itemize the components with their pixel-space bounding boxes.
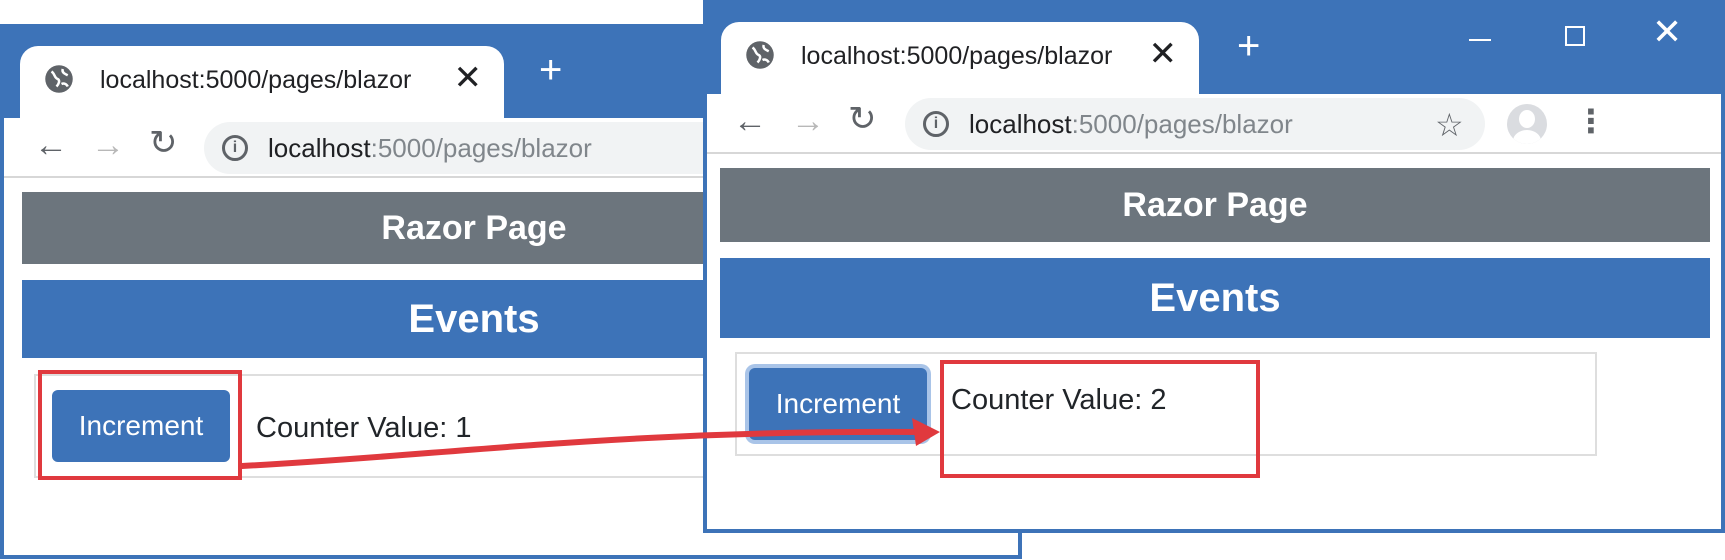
tab-title: localhost:5000/pages/blazor [100, 66, 412, 94]
reload-icon[interactable]: ↻ [149, 126, 178, 160]
counter-value: Counter Value: 1 [256, 412, 472, 444]
back-icon[interactable]: ← [733, 104, 767, 138]
back-icon[interactable]: ← [34, 128, 68, 162]
forward-icon[interactable]: → [91, 128, 125, 162]
tab-title: localhost:5000/pages/blazor [801, 42, 1113, 70]
url-host: localhost [268, 133, 371, 163]
url-path: :5000/pages/blazor [1071, 109, 1293, 139]
maximize-icon[interactable] [1565, 26, 1585, 46]
forward-icon[interactable]: → [791, 104, 825, 138]
reload-icon[interactable]: ↻ [848, 102, 877, 136]
increment-button[interactable]: Increment [749, 368, 927, 440]
kebab-menu-icon[interactable]: ⋮ [1575, 102, 1607, 140]
browser-tab[interactable]: localhost:5000/pages/blazor ✕ [20, 46, 504, 118]
minimize-icon[interactable] [1469, 39, 1491, 41]
bookmark-star-icon[interactable]: ☆ [1435, 106, 1464, 144]
close-tab-icon[interactable]: ✕ [454, 58, 483, 98]
title-text: Events [1149, 275, 1281, 320]
header-text: Razor Page [381, 208, 567, 247]
title-text: Events [408, 296, 540, 341]
new-tab-icon[interactable]: + [539, 50, 562, 90]
razor-page-header: Razor Page [720, 168, 1710, 242]
browser-tab[interactable]: localhost:5000/pages/blazor ✕ [721, 22, 1199, 94]
url-text[interactable]: localhost:5000/pages/blazor [969, 109, 1293, 140]
events-title: Events [720, 258, 1710, 338]
info-icon[interactable]: i [222, 135, 248, 161]
close-window-icon[interactable]: ✕ [1652, 14, 1682, 50]
url-host: localhost [969, 109, 1072, 139]
info-icon[interactable]: i [923, 111, 949, 137]
header-text: Razor Page [1122, 185, 1308, 224]
url-path: :5000/pages/blazor [370, 133, 592, 163]
title-bar: localhost:5000/pages/blazor ✕ + ✕ [707, 4, 1721, 94]
increment-highlight-box [38, 370, 242, 480]
close-tab-icon[interactable]: ✕ [1149, 34, 1178, 74]
browser-toolbar: ← → ↻ i localhost:5000/pages/blazor ☆ ⋮ [707, 94, 1721, 154]
url-text[interactable]: localhost:5000/pages/blazor [268, 133, 592, 164]
counter-highlight-box [940, 360, 1260, 478]
globe-icon [746, 41, 774, 69]
globe-icon [45, 65, 73, 93]
address-bar[interactable]: i localhost:5000/pages/blazor ☆ [905, 98, 1485, 150]
profile-avatar-icon[interactable] [1507, 104, 1547, 144]
new-tab-icon[interactable]: + [1237, 26, 1260, 66]
